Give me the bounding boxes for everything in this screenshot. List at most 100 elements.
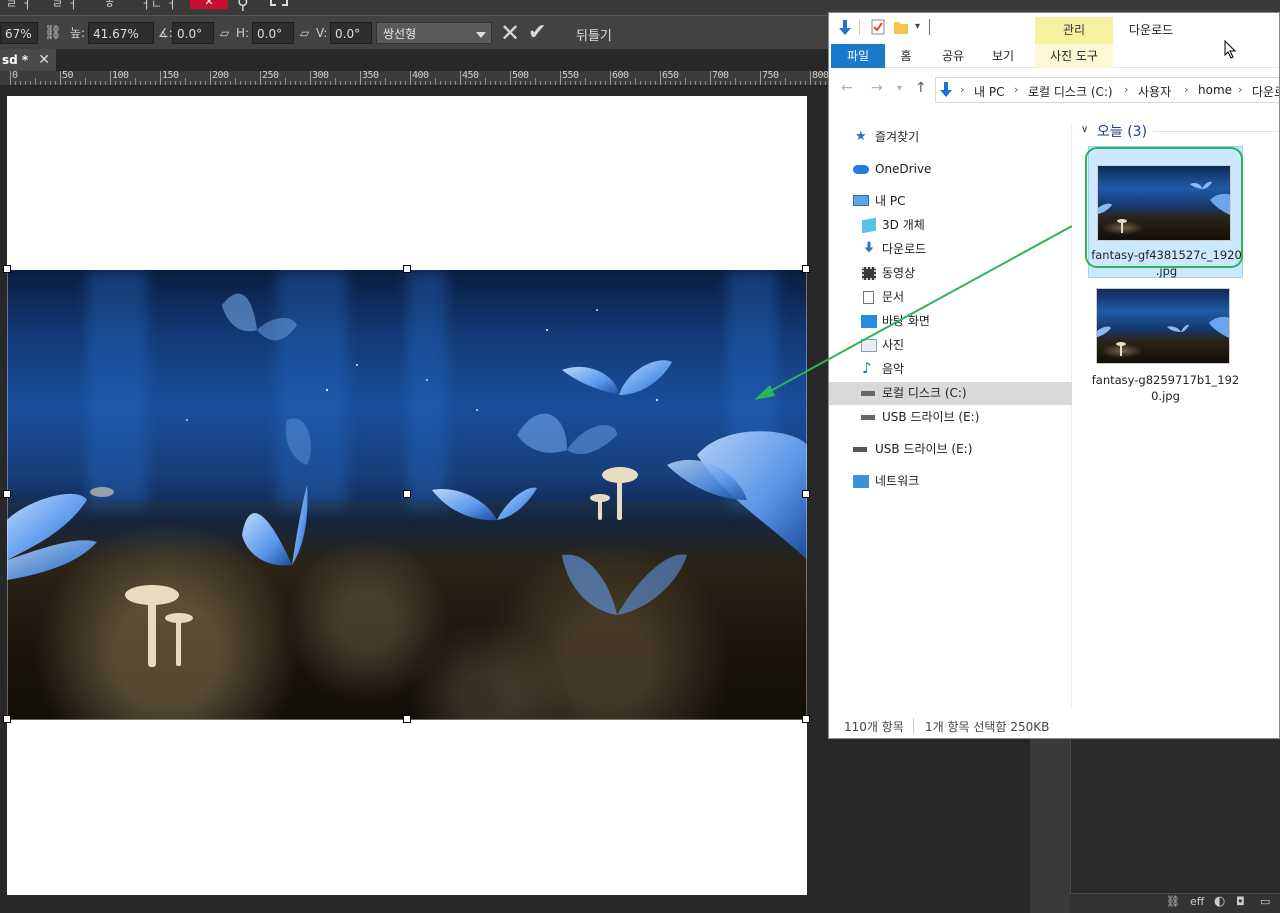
download-icon[interactable]: [837, 19, 853, 37]
ruler-major-tick: [410, 71, 411, 85]
layers-panel: ⛓ eff ◐ ◘ ▭: [1030, 738, 1280, 913]
breadcrumb-item[interactable]: 로컬 디스크 (C:): [1028, 83, 1113, 100]
folder-icon[interactable]: ▭: [1260, 895, 1270, 908]
h-label: H:: [236, 26, 250, 40]
cancel-button[interactable]: ✕: [500, 20, 520, 46]
h-skew-field[interactable]: 0.0°: [252, 22, 294, 44]
ruler-major-tick: [260, 71, 261, 85]
nav-item-3d-objects[interactable]: 3D 개체: [829, 214, 1072, 237]
new-folder-icon[interactable]: [893, 19, 909, 35]
ruler-minor-tick: [90, 81, 91, 85]
ruler-minor-tick: [650, 81, 651, 85]
angle-field[interactable]: 0.0°: [172, 22, 214, 44]
transform-handle-bl[interactable]: [3, 715, 11, 723]
tab-view[interactable]: 보기: [983, 44, 1023, 68]
nav-item-pictures[interactable]: 사진: [829, 334, 1072, 357]
ruler-minor-tick: [305, 81, 306, 85]
ruler-minor-tick: [565, 81, 566, 85]
document-tab[interactable]: sd * ✕: [0, 49, 56, 71]
properties-icon[interactable]: [871, 19, 885, 35]
effects-button[interactable]: eff: [1190, 895, 1204, 908]
ruler-minor-tick: [255, 81, 256, 85]
ruler-minor-tick: [645, 81, 646, 85]
recent-chevron-icon[interactable]: ▾: [897, 83, 902, 94]
ruler-minor-tick: [220, 81, 221, 85]
link-icon[interactable]: ⛓: [1166, 895, 1180, 908]
nav-item-usb-e[interactable]: USB 드라이브 (E:): [829, 406, 1072, 429]
nav-item-usb-e-root[interactable]: USB 드라이브 (E:): [829, 438, 1072, 461]
ruler-minor-tick: [395, 81, 396, 85]
link-icon[interactable]: ⛓: [44, 23, 62, 43]
breadcrumb-item[interactable]: 사용자: [1138, 83, 1171, 100]
ruler-minor-tick: [630, 81, 631, 85]
nav-item-favorites[interactable]: ★ 즐겨찾기: [829, 126, 1072, 149]
transform-handle-t[interactable]: [403, 265, 411, 273]
tab-share[interactable]: 공유: [933, 44, 973, 68]
address-field[interactable]: › 내 PC › 로컬 디스크 (C:) › 사용자 › home › 다운로: [935, 77, 1279, 103]
ruler-minor-tick: [530, 81, 531, 85]
ruler-minor-tick: [325, 81, 326, 85]
nav-item-local-disk[interactable]: 로컬 디스크 (C:): [829, 382, 1072, 405]
nav-label: 다운로드: [882, 242, 927, 256]
cancel-transform-icon[interactable]: ✕: [190, 0, 228, 9]
ruler-minor-tick: [100, 81, 101, 85]
frame-icon[interactable]: [270, 0, 288, 6]
mouse-cursor-icon: [1224, 40, 1236, 59]
v-skew-field[interactable]: 0.0°: [330, 22, 372, 44]
interpolation-select[interactable]: 쌍선형: [376, 22, 492, 44]
ruler-minor-tick: [75, 81, 76, 85]
transform-handle-br[interactable]: [802, 715, 810, 723]
group-header[interactable]: 오늘 (3): [1097, 121, 1147, 141]
up-arrow-icon[interactable]: ↑: [915, 80, 927, 96]
thumbnail-image: [1097, 316, 1229, 356]
ruler-label: 750: [762, 71, 779, 81]
nav-item-onedrive[interactable]: OneDrive: [829, 158, 1072, 181]
transform-handle-l[interactable]: [3, 490, 11, 498]
transform-handle-tl[interactable]: [3, 265, 11, 273]
usb-icon: [861, 415, 875, 420]
transform-handle-tr[interactable]: [802, 265, 810, 273]
ruler-minor-tick: [270, 81, 271, 85]
breadcrumb-item[interactable]: 내 PC: [974, 83, 1004, 100]
ruler-major-tick: [760, 71, 761, 85]
nav-item-downloads[interactable]: 다운로드: [829, 238, 1072, 261]
menu-item[interactable]: ㅓㄴ ㅓ: [140, 0, 177, 12]
transform-center-handle[interactable]: [403, 490, 411, 498]
commit-button[interactable]: ✔: [528, 20, 546, 46]
transform-handle-r[interactable]: [802, 490, 810, 498]
breadcrumb-item[interactable]: 다운로: [1252, 83, 1279, 100]
ruler-minor-tick: [445, 81, 446, 85]
transform-handle-b[interactable]: [403, 715, 411, 723]
file-tile[interactable]: fantasy-g8259717b1_192 0.jpg: [1088, 288, 1243, 408]
zoom-icon[interactable]: ⚲: [237, 0, 249, 13]
menu-item[interactable]: ㅎ: [104, 0, 115, 12]
tab-picture-tools[interactable]: 사진 도구: [1035, 44, 1113, 68]
chevron-down-icon[interactable]: ▾: [915, 21, 920, 32]
nav-item-videos[interactable]: 동영상: [829, 262, 1072, 285]
ruler-major-tick: [210, 71, 211, 85]
width-field[interactable]: 67%: [0, 22, 38, 44]
contrast-icon[interactable]: ◐: [1214, 894, 1225, 909]
close-icon[interactable]: ✕: [38, 49, 50, 71]
forward-arrow-icon[interactable]: →: [871, 80, 883, 96]
nav-item-documents[interactable]: 문서: [829, 286, 1072, 309]
tab-file[interactable]: 파일: [831, 44, 885, 68]
ruler-label: 350: [362, 71, 379, 81]
breadcrumb-item[interactable]: home: [1198, 83, 1232, 97]
group-collapse-chevron-icon[interactable]: ∨: [1081, 124, 1088, 135]
menu-item[interactable]: ㄹ ㅓ: [6, 0, 32, 12]
menu-item[interactable]: ㄹ ㅓ: [52, 0, 78, 12]
warp-button[interactable]: 뒤틀기: [576, 25, 612, 44]
nav-item-network[interactable]: 네트워크: [829, 470, 1072, 493]
nav-item-this-pc[interactable]: 내 PC: [829, 190, 1072, 213]
back-arrow-icon[interactable]: ←: [841, 80, 853, 96]
nav-item-music[interactable]: ♪ 음악: [829, 358, 1072, 381]
camera-icon[interactable]: ◘: [1236, 895, 1245, 908]
ruler-minor-tick: [765, 81, 766, 85]
ruler-minor-tick: [725, 81, 726, 85]
file-name-ext: 0.jpg: [1151, 389, 1180, 403]
tab-home[interactable]: 홈: [891, 44, 921, 68]
height-field[interactable]: 41.67%: [88, 22, 154, 44]
ruler-minor-tick: [750, 81, 751, 85]
nav-item-desktop[interactable]: 바탕 화면: [829, 310, 1072, 333]
